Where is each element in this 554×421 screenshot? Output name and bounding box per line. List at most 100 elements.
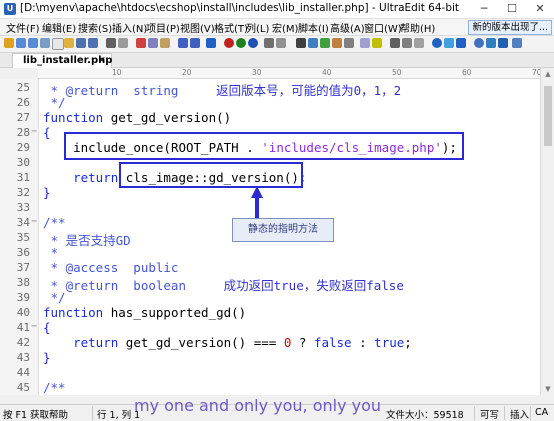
line-number: 42 (16, 336, 30, 349)
save-icon[interactable] (76, 38, 86, 48)
print-preview-icon[interactable] (118, 38, 128, 48)
tool-icon[interactable] (190, 38, 200, 48)
menu-script[interactable]: 脚本(I) (298, 20, 329, 35)
print-icon[interactable] (106, 38, 116, 48)
line-number: 35 (16, 231, 30, 244)
code-keyword: false (313, 335, 352, 350)
tool-icon[interactable] (206, 38, 216, 48)
menu-format[interactable]: 格式(T) (214, 20, 248, 35)
tool-icon[interactable] (498, 38, 508, 48)
code-comment: * @return boolean (43, 278, 224, 293)
code-text: ? (291, 335, 314, 350)
menu-file[interactable]: 文件(F) (6, 20, 40, 35)
tab-lib-installer[interactable]: lib_installer.php × (12, 53, 112, 68)
status-insert-mode[interactable]: 插入 (510, 407, 529, 421)
ruler: 10 20 30 40 50 60 70 (38, 68, 542, 79)
tool-icon[interactable] (456, 38, 466, 48)
code-brace: { (43, 320, 51, 335)
copy-icon[interactable] (148, 38, 158, 48)
menu-edit[interactable]: 编辑(E) (42, 20, 76, 35)
code-keyword: return (73, 335, 119, 350)
tool-icon[interactable] (40, 38, 50, 48)
window-title: [D:\myenv\apache\htdocs\ecshop\install\i… (20, 2, 460, 14)
menu-search[interactable]: 搜索(S) (78, 20, 112, 35)
code-line: function get_gd_version() (43, 110, 231, 125)
maximize-button[interactable]: ☐ (498, 0, 526, 18)
menu-advanced[interactable]: 高级(A) (330, 20, 365, 35)
fold-toggle-icon[interactable]: − (31, 321, 37, 332)
code-line: */ (43, 290, 66, 305)
find-icon[interactable] (308, 38, 318, 48)
fold-toggle-icon[interactable]: − (31, 216, 37, 227)
tool-icon[interactable] (372, 38, 382, 48)
tab-close-icon[interactable]: × (98, 54, 106, 68)
code-line: */ (43, 95, 66, 110)
tool-icon[interactable] (320, 38, 330, 48)
cut-icon[interactable] (136, 38, 146, 48)
tool-icon[interactable] (332, 38, 342, 48)
scroll-up-icon[interactable]: ▲ (541, 70, 554, 78)
tool-icon[interactable] (360, 38, 370, 48)
code-keyword: function (43, 305, 104, 320)
tool-icon[interactable] (486, 38, 496, 48)
status-help: 按 F1 获取帮助 (3, 410, 69, 421)
tool-icon[interactable] (402, 38, 412, 48)
menu-macro[interactable]: 宏(M) (272, 20, 298, 35)
line-number: 36 (16, 246, 30, 259)
minimize-button[interactable]: ─ (470, 0, 498, 18)
line-number: 40 (16, 306, 30, 319)
status-writable[interactable]: 可写 (480, 407, 499, 421)
binoculars-icon[interactable] (296, 38, 306, 48)
tool-icon[interactable] (432, 38, 442, 48)
paste-icon[interactable] (160, 38, 170, 48)
stop-icon[interactable] (224, 38, 234, 48)
tool-icon[interactable] (414, 38, 424, 48)
tool-icon[interactable] (276, 38, 286, 48)
fold-toggle-icon[interactable]: − (31, 126, 37, 137)
code-line: /** (43, 215, 66, 230)
save-all-icon[interactable] (88, 38, 98, 48)
code-comment: * @access public (43, 260, 179, 275)
tool-icon[interactable] (248, 38, 258, 48)
menu-help[interactable]: 帮助(H) (400, 20, 435, 35)
vertical-scrollbar[interactable]: ▲ ▼ (540, 68, 554, 395)
ruler-label: 40 (322, 68, 332, 77)
code-comment: * (43, 245, 59, 260)
run-icon[interactable] (236, 38, 246, 48)
menu-insert[interactable]: 插入(N) (112, 20, 147, 35)
tool-icon[interactable] (444, 38, 454, 48)
tool-icon[interactable] (178, 38, 188, 48)
code-comment: 返回版本号，可能的值为0，1，2 (216, 83, 402, 98)
new-file-icon[interactable] (52, 38, 64, 50)
tool-icon[interactable] (474, 38, 484, 48)
scroll-down-icon[interactable]: ▼ (541, 385, 554, 393)
tool-icon[interactable] (16, 38, 26, 48)
menu-window[interactable]: 窗口(W) (364, 20, 402, 35)
tool-icon[interactable] (390, 38, 400, 48)
status-divider (530, 406, 531, 420)
close-button[interactable]: ✕ (526, 0, 554, 18)
scrollbar-thumb[interactable] (544, 86, 552, 146)
tool-icon[interactable] (264, 38, 274, 48)
new-version-button[interactable]: 新的版本出现了... (468, 20, 552, 35)
code-keyword: return (73, 170, 119, 185)
code-comment: /** (43, 215, 66, 230)
watermark-text: my one and only you, only you (134, 396, 382, 415)
menu-project[interactable]: 项目(P) (146, 20, 180, 35)
tool-icon[interactable] (344, 38, 354, 48)
menu-view[interactable]: 视图(V) (180, 20, 215, 35)
line-number: 33 (16, 201, 30, 214)
code-line: * @access public (43, 260, 179, 275)
tool-icon[interactable] (28, 38, 38, 48)
line-number: 39 (16, 291, 30, 304)
status-divider (474, 406, 475, 420)
open-folder-icon[interactable] (64, 38, 74, 48)
highlight-box-include (64, 132, 464, 160)
tool-icon[interactable] (4, 38, 14, 48)
tool-icon[interactable] (512, 38, 522, 48)
toolbar (0, 36, 554, 53)
line-number: 32 (16, 186, 30, 199)
menu-column[interactable]: 列(L) (246, 20, 269, 35)
code-text: : (351, 335, 375, 350)
